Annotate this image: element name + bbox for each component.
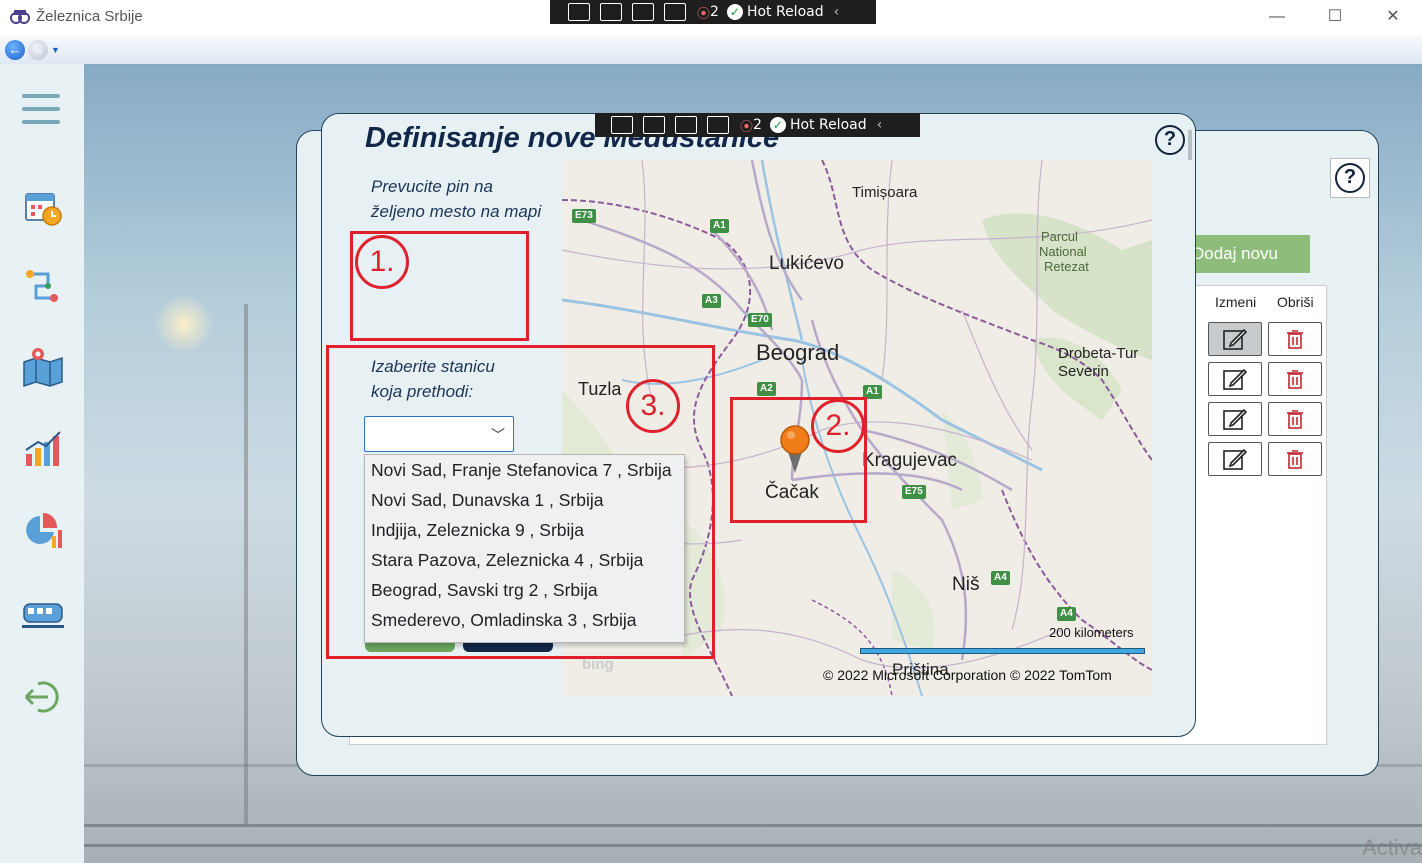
trash-icon bbox=[1287, 370, 1303, 389]
live-tree-icon[interactable] bbox=[568, 3, 590, 21]
road-shield: E70 bbox=[748, 313, 772, 327]
app-title: Železnica Srbije bbox=[36, 8, 143, 25]
hot-reload-ok-icon: ✓ bbox=[769, 117, 786, 133]
trash-icon bbox=[1287, 450, 1303, 469]
collapse-chevron-icon[interactable]: ‹ bbox=[877, 117, 883, 133]
dialog-scrollbar[interactable] bbox=[1188, 130, 1192, 160]
bar-chart-icon[interactable] bbox=[22, 428, 64, 470]
sidebar bbox=[0, 64, 84, 863]
binding-failures-icon[interactable]: ⦿ bbox=[697, 3, 710, 22]
hot-reload-ok-icon: ✓ bbox=[726, 4, 743, 20]
column-header-edit: Izmeni bbox=[1215, 294, 1257, 310]
road-shield: E73 bbox=[572, 209, 596, 223]
menu-hamburger-icon[interactable] bbox=[22, 94, 64, 136]
edit-button[interactable] bbox=[1208, 362, 1262, 396]
city-label: Severin bbox=[1058, 363, 1109, 380]
map-copyright: © 2022 Microsoft Corporation © 2022 TomT… bbox=[823, 667, 1112, 683]
map-scale-label: 200 kilometers bbox=[1049, 625, 1134, 640]
road-shield: A2 bbox=[757, 382, 776, 396]
forward-arrow-icon[interactable]: → bbox=[28, 40, 48, 60]
delete-button[interactable] bbox=[1268, 442, 1322, 476]
logout-icon[interactable] bbox=[22, 676, 64, 718]
hot-reload-label[interactable]: Hot Reload bbox=[790, 117, 867, 133]
track-focus-icon[interactable] bbox=[707, 116, 729, 134]
history-dropdown-icon[interactable]: ▼ bbox=[51, 45, 60, 55]
map-pin-icon[interactable] bbox=[22, 346, 64, 388]
edit-icon bbox=[1223, 368, 1248, 390]
delete-button[interactable] bbox=[1268, 402, 1322, 436]
close-button[interactable]: ✕ bbox=[1378, 6, 1408, 28]
dialog-help-button[interactable]: ? bbox=[1152, 122, 1188, 158]
layout-adorner-icon[interactable] bbox=[675, 116, 697, 134]
edit-icon bbox=[1223, 408, 1248, 430]
city-label: Lukićevo bbox=[769, 253, 844, 274]
hot-reload-label[interactable]: Hot Reload bbox=[747, 4, 824, 20]
binding-failures-count: 2 bbox=[753, 117, 762, 133]
minimize-button[interactable]: — bbox=[1262, 6, 1292, 28]
binding-failures-icon[interactable]: ⦿ bbox=[740, 116, 753, 135]
edit-button[interactable] bbox=[1208, 442, 1262, 476]
pin-instruction-label: Prevucite pin na željeno mesto na mapi bbox=[371, 174, 541, 224]
select-element-icon[interactable] bbox=[600, 3, 622, 21]
annotation-marker-1: 1. bbox=[355, 235, 409, 289]
hot-reload-toolbar-inner: ⦿ 2 ✓ Hot Reload ‹ bbox=[595, 113, 920, 137]
back-arrow-icon[interactable]: ← bbox=[5, 40, 25, 60]
activation-watermark: Activa bbox=[1362, 835, 1422, 860]
binding-failures-count: 2 bbox=[710, 4, 719, 20]
edit-icon bbox=[1223, 448, 1248, 470]
pin-instruction-line1: Prevucite pin na bbox=[371, 177, 493, 196]
edit-button[interactable] bbox=[1208, 402, 1262, 436]
road-shield: A3 bbox=[702, 294, 721, 308]
road-shield: A4 bbox=[991, 571, 1010, 585]
hot-reload-toolbar: ⦿ 2 ✓ Hot Reload ‹ bbox=[550, 0, 876, 24]
delete-button[interactable] bbox=[1268, 322, 1322, 356]
select-element-icon[interactable] bbox=[643, 116, 665, 134]
live-tree-icon[interactable] bbox=[611, 116, 633, 134]
city-label: Timișoara bbox=[852, 184, 918, 201]
column-header-delete: Obriši bbox=[1277, 294, 1314, 310]
track-focus-icon[interactable] bbox=[664, 3, 686, 21]
collapse-chevron-icon[interactable]: ‹ bbox=[834, 4, 840, 20]
help-icon: ? bbox=[1335, 163, 1365, 193]
delete-button[interactable] bbox=[1268, 362, 1322, 396]
route-icon[interactable] bbox=[22, 264, 64, 306]
layout-adorner-icon[interactable] bbox=[632, 3, 654, 21]
map-scale-bar bbox=[860, 648, 1145, 654]
help-icon: ? bbox=[1155, 125, 1185, 155]
add-line-button[interactable]: Dodaj novu liniju bbox=[1180, 235, 1310, 273]
road-shield: E75 bbox=[902, 485, 926, 499]
trash-icon bbox=[1287, 330, 1303, 349]
train-icon[interactable] bbox=[22, 592, 64, 634]
road-shield: A4 bbox=[1057, 607, 1076, 621]
city-label: Kragujevac bbox=[862, 450, 958, 471]
city-label: Drobeta-Tur bbox=[1058, 345, 1139, 362]
train-logo-icon bbox=[10, 10, 30, 24]
pie-chart-icon[interactable] bbox=[22, 510, 64, 552]
edit-icon bbox=[1223, 328, 1248, 350]
trash-icon bbox=[1287, 410, 1303, 429]
road-shield: A1 bbox=[710, 219, 729, 233]
calendar-clock-icon[interactable] bbox=[22, 186, 64, 228]
park-label: National bbox=[1039, 244, 1087, 259]
annotation-marker-3: 3. bbox=[626, 379, 680, 433]
edit-button[interactable] bbox=[1208, 322, 1262, 356]
park-label: Retezat bbox=[1044, 259, 1089, 274]
navigation-bar: ← → ▼ bbox=[0, 36, 1422, 65]
panel-help-button[interactable]: ? bbox=[1330, 158, 1370, 198]
city-label: Niš bbox=[952, 574, 980, 595]
annotation-marker-2: 2. bbox=[811, 399, 865, 453]
city-label: Beograd bbox=[756, 340, 840, 365]
pin-instruction-line2: željeno mesto na mapi bbox=[371, 202, 542, 221]
maximize-button[interactable]: ☐ bbox=[1320, 6, 1350, 28]
park-label: Parcul bbox=[1041, 229, 1078, 244]
